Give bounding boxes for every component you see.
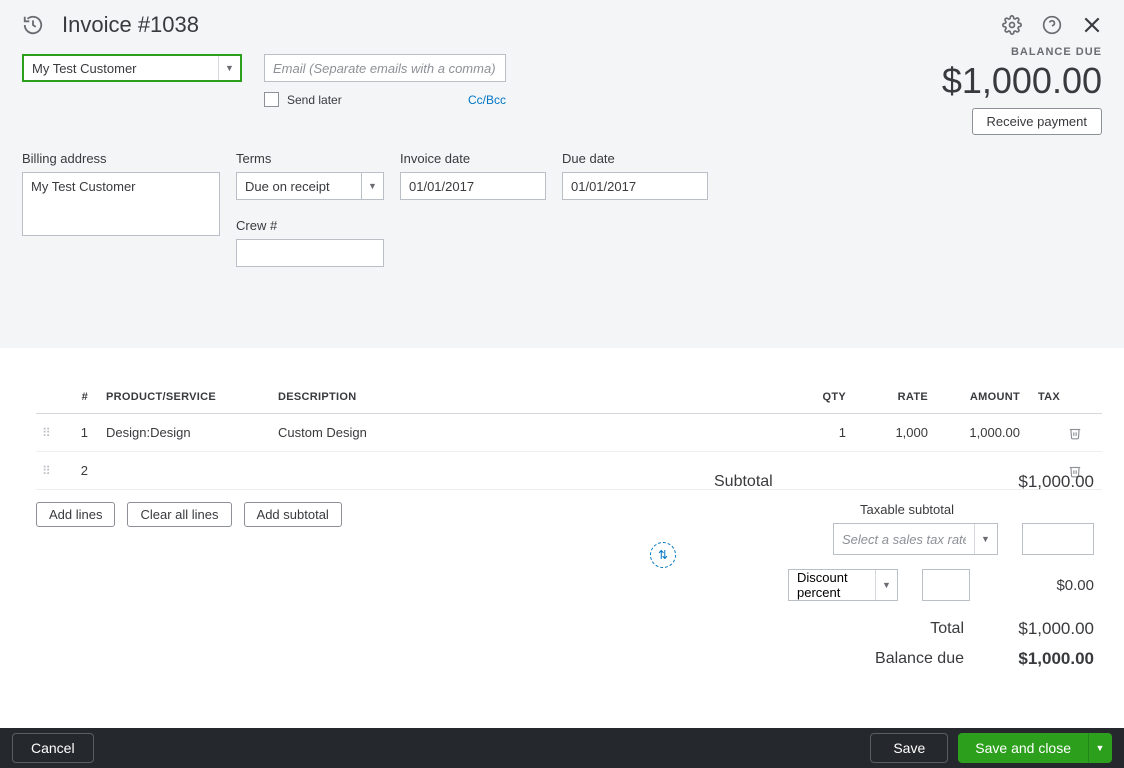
billing-label: Billing address (22, 151, 220, 166)
header: Invoice #1038 (0, 0, 1124, 48)
terms-label: Terms (236, 151, 384, 166)
email-field[interactable] (264, 54, 506, 82)
due-date-label: Due date (562, 151, 708, 166)
chevron-down-icon[interactable]: ▼ (974, 524, 996, 554)
total-label: Total (714, 620, 994, 638)
trash-icon[interactable] (1068, 426, 1100, 440)
discount-value-field[interactable] (922, 569, 970, 601)
totals-block: Subtotal $1,000.00 Taxable subtotal ⇅ ▼ … (714, 472, 1094, 679)
discount-amount: $0.00 (994, 577, 1094, 594)
balance-due-label: Balance due (714, 650, 994, 668)
customer-value: My Test Customer (24, 61, 218, 76)
add-subtotal-button[interactable]: Add subtotal (244, 502, 342, 527)
subtotal-val: $1,000.00 (994, 472, 1094, 492)
save-button[interactable]: Save (870, 733, 948, 763)
table-header: # PRODUCT/SERVICE DESCRIPTION QTY RATE A… (36, 380, 1102, 414)
th-amount: AMOUNT (936, 391, 1030, 403)
customer-select[interactable]: My Test Customer ▼ (22, 54, 242, 82)
terms-select[interactable]: Due on receipt ▼ (236, 172, 384, 200)
th-rate: RATE (854, 391, 936, 403)
total-val: $1,000.00 (994, 619, 1094, 639)
send-later-checkbox[interactable] (264, 92, 279, 107)
th-qty: QTY (770, 391, 854, 403)
clear-lines-button[interactable]: Clear all lines (127, 502, 231, 527)
th-num: # (64, 391, 102, 403)
close-icon[interactable] (1082, 15, 1102, 35)
swap-icon[interactable]: ⇅ (650, 542, 676, 568)
tax-rate-select[interactable]: ▼ (833, 523, 998, 555)
ccbcc-link[interactable]: Cc/Bcc (468, 93, 506, 107)
balance-block: BALANCE DUE $1,000.00 Receive payment (942, 46, 1102, 135)
drag-handle-icon[interactable]: ⠿ (36, 426, 64, 440)
footer: Cancel Save Save and close ▼ (0, 728, 1124, 768)
gear-icon[interactable] (1002, 15, 1022, 35)
th-description: DESCRIPTION (274, 391, 770, 403)
add-lines-button[interactable]: Add lines (36, 502, 115, 527)
th-tax: TAX (1030, 391, 1068, 403)
chevron-down-icon[interactable]: ▼ (362, 172, 384, 200)
crew-label: Crew # (236, 218, 384, 233)
due-date-field[interactable]: 01/01/2017 (562, 172, 708, 200)
history-icon[interactable] (22, 14, 44, 36)
taxable-subtotal-label: Taxable subtotal (714, 502, 954, 517)
cancel-button[interactable]: Cancel (12, 733, 94, 763)
subtotal-label: Subtotal (714, 473, 773, 491)
main-panel: # PRODUCT/SERVICE DESCRIPTION QTY RATE A… (0, 348, 1124, 728)
chevron-down-icon[interactable]: ▼ (875, 570, 897, 600)
form-top: My Test Customer ▼ Send later Cc/Bcc BAL… (0, 48, 1124, 293)
receive-payment-button[interactable]: Receive payment (972, 108, 1102, 135)
chevron-down-icon[interactable]: ▼ (218, 56, 240, 80)
chevron-down-icon[interactable]: ▼ (1088, 733, 1112, 763)
page-title: Invoice #1038 (62, 12, 199, 38)
invoice-date-field[interactable]: 01/01/2017 (400, 172, 546, 200)
balance-amount: $1,000.00 (942, 60, 1102, 102)
discount-select[interactable]: Discount percent ▼ (788, 569, 898, 601)
drag-handle-icon[interactable]: ⠿ (36, 464, 64, 478)
save-and-close-button[interactable]: Save and close (958, 733, 1088, 763)
balance-label: BALANCE DUE (942, 46, 1102, 58)
th-product: PRODUCT/SERVICE (102, 391, 274, 403)
billing-address-field[interactable] (22, 172, 220, 236)
tax-rate-input[interactable] (834, 532, 974, 547)
invoice-date-label: Invoice date (400, 151, 546, 166)
tax-amount-field[interactable] (1022, 523, 1094, 555)
table-row[interactable]: ⠿ 1 Design:Design Custom Design 1 1,000 … (36, 414, 1102, 452)
help-icon[interactable] (1042, 15, 1062, 35)
send-later-label: Send later (287, 93, 342, 107)
crew-field[interactable] (236, 239, 384, 267)
balance-due-val: $1,000.00 (994, 649, 1094, 669)
